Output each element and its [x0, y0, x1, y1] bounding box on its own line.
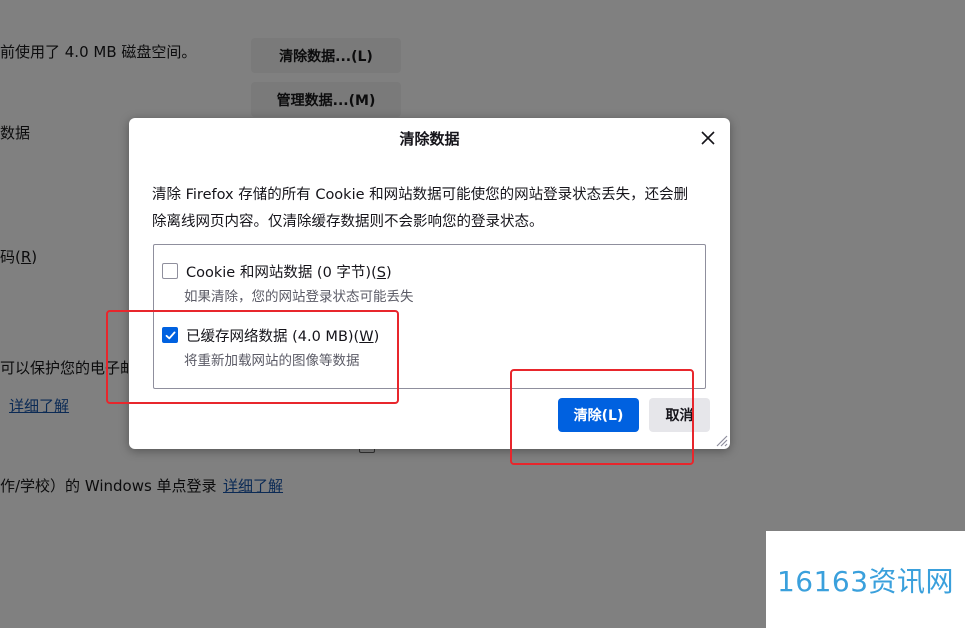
- data-row-label: 数据: [0, 124, 31, 142]
- learn-more-link-1[interactable]: 详细了解: [9, 395, 69, 416]
- dialog-description: 清除 Firefox 存储的所有 Cookie 和网站数据可能使您的网站登录状态…: [152, 182, 712, 236]
- option-cache[interactable]: 已缓存网络数据 (4.0 MB)(W) 将重新加载网站的图像等数据: [162, 323, 379, 369]
- disk-usage-text: 前使用了 4.0 MB 磁盘空间。: [0, 43, 197, 61]
- resize-grip-icon[interactable]: [714, 433, 728, 447]
- clear-data-button[interactable]: 清除数据...(L): [251, 38, 401, 73]
- manage-data-button[interactable]: 管理数据...(M): [251, 82, 401, 117]
- email-protect-label: 可以保护您的电子邮: [0, 359, 136, 377]
- manage-data-button-label: 管理数据...(M): [276, 92, 376, 109]
- learn-more-link-2[interactable]: 详细了解: [223, 475, 283, 496]
- close-icon: [701, 131, 715, 145]
- close-button[interactable]: [696, 126, 720, 150]
- watermark-text: 16163资讯网: [776, 564, 955, 598]
- clear-button[interactable]: 清除(L): [558, 398, 639, 432]
- description-line-2: 除离线网页内容。仅清除缓存数据则不会影响您的登录状态。: [152, 214, 544, 230]
- cancel-button[interactable]: 取消: [649, 398, 710, 432]
- checkmark-icon: [165, 331, 175, 339]
- cache-sublabel: 将重新加载网站的图像等数据: [184, 353, 360, 369]
- cache-checkbox[interactable]: [162, 327, 178, 343]
- password-row-label: 码(R): [0, 248, 38, 266]
- clear-data-dialog: 清除数据 清除 Firefox 存储的所有 Cookie 和网站数据可能使您的网…: [129, 118, 730, 449]
- clear-data-button-label: 清除数据...(L): [279, 48, 373, 65]
- cookies-label: Cookie 和网站数据 (0 字节)(S): [186, 264, 392, 281]
- sso-text: 作/学校）的 Windows 单点登录: [0, 477, 217, 495]
- cookies-sublabel: 如果清除，您的网站登录状态可能丢失: [184, 289, 414, 305]
- options-box: Cookie 和网站数据 (0 字节)(S) 如果清除，您的网站登录状态可能丢失…: [153, 244, 706, 389]
- cache-label: 已缓存网络数据 (4.0 MB)(W): [186, 328, 380, 345]
- dialog-title: 清除数据: [399, 129, 460, 148]
- cookies-checkbox[interactable]: [162, 263, 178, 279]
- description-line-1: 清除 Firefox 存储的所有 Cookie 和网站数据可能使您的网站登录状态…: [152, 187, 689, 203]
- option-cookies[interactable]: Cookie 和网站数据 (0 字节)(S) 如果清除，您的网站登录状态可能丢失: [162, 259, 414, 305]
- watermark: 16163资讯网: [766, 531, 965, 628]
